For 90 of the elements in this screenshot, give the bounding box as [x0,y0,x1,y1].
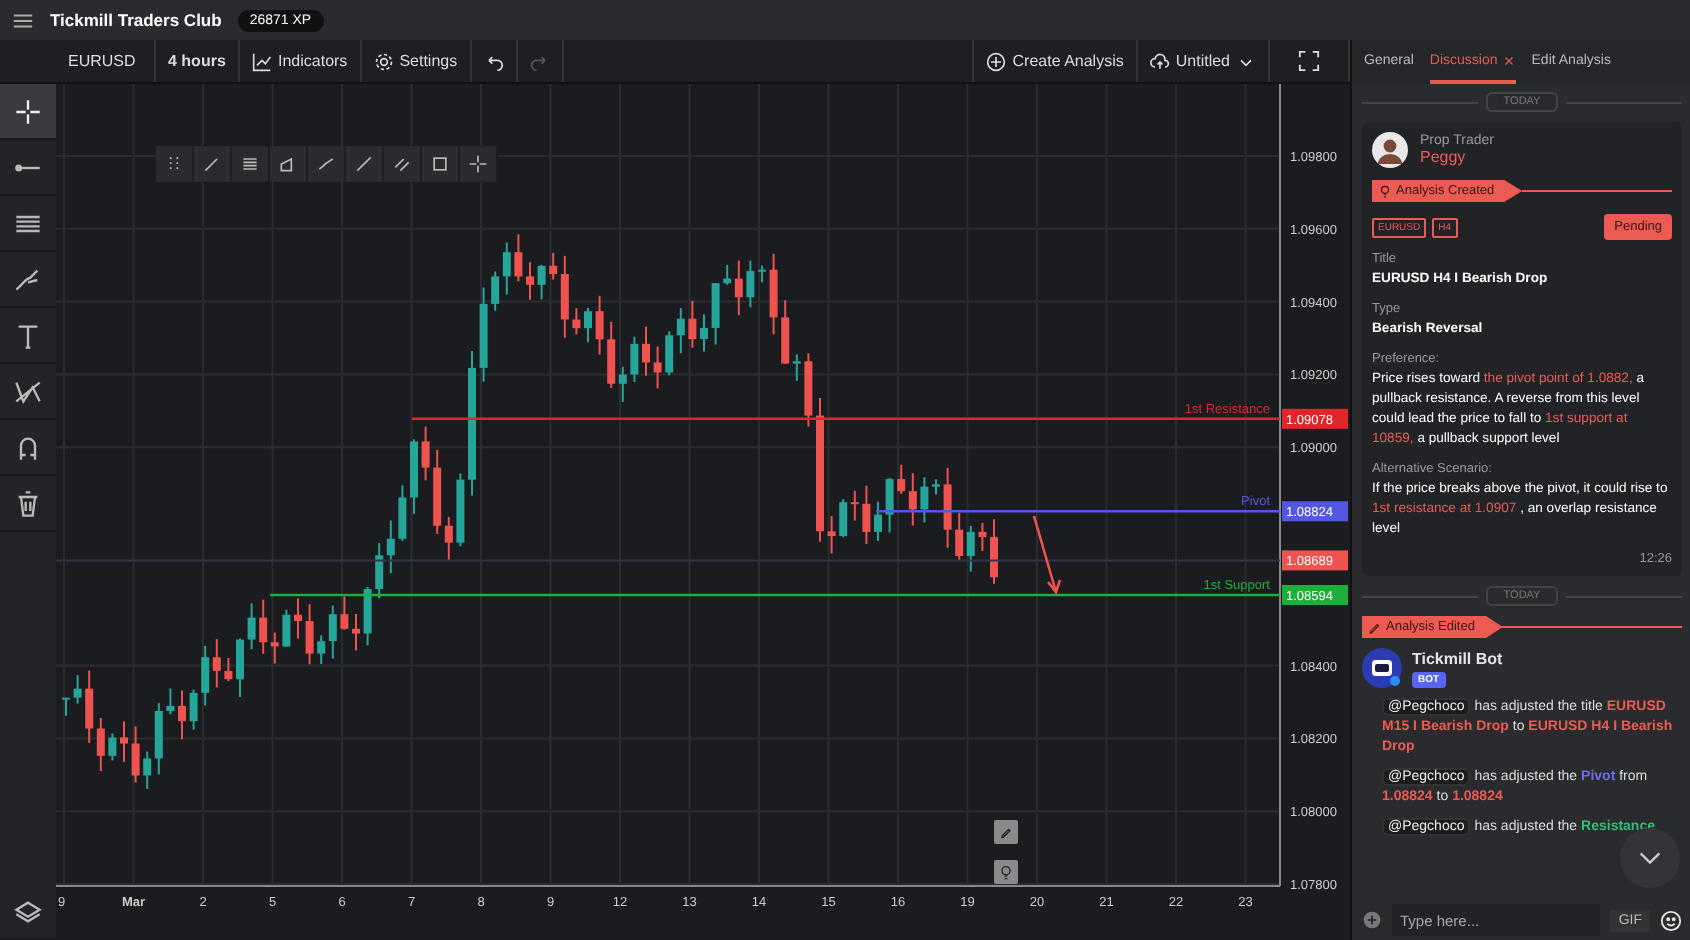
candle [700,313,708,353]
candle [340,595,349,631]
drag-handle-icon [164,154,184,174]
trash-icon [14,489,42,517]
candle [398,484,407,542]
candle [247,602,256,651]
candle [526,261,534,301]
chart-icon [252,51,272,71]
candle [294,597,302,640]
settings-icon [373,51,394,71]
candle [688,299,697,349]
emoji-icon [1660,909,1682,931]
candle [990,518,998,585]
lines-icon [240,154,260,174]
candle [630,335,639,383]
candle [746,259,755,309]
brush-icon [14,265,42,293]
plus-icon [1362,910,1382,930]
candle [178,689,186,741]
undo-icon [483,51,504,71]
magnet-icon [14,433,42,461]
candle [62,696,70,717]
idea-button[interactable] [994,860,1018,884]
plus-circle-icon [986,51,1007,71]
candle [108,732,117,762]
candle [642,325,650,377]
pattern-icon [14,377,42,405]
candle [653,345,662,390]
scroll-down-button[interactable] [1620,828,1680,888]
app-title: Tickmill Traders Club [50,10,222,30]
candle [920,476,929,524]
candle [943,466,952,549]
candle [804,352,813,428]
candle [711,282,720,346]
candle [595,294,604,356]
lightbulb-icon [998,864,1014,880]
symbol-selector[interactable]: EURUSD [56,40,156,82]
edit-button[interactable] [994,820,1018,844]
layout-dropdown[interactable]: Untitled [1137,40,1270,82]
candle [421,425,430,482]
candle [479,286,488,383]
candle [456,472,465,548]
candle [769,252,778,336]
candle [932,478,940,496]
square-icon [430,154,450,174]
candle [584,307,592,344]
candle [862,484,871,545]
redo-icon [529,51,550,71]
candle [410,438,418,515]
text-icon [14,321,42,349]
candle [236,637,244,698]
candle [131,725,140,784]
candle [758,264,766,284]
indicators-button[interactable]: Indicators [240,40,362,82]
cloud-upload-icon [1149,51,1170,71]
candle [537,263,546,301]
menu-icon [12,9,34,31]
close-icon [1501,53,1516,67]
candle [352,612,360,652]
candle [189,688,198,731]
candle [120,720,128,763]
parallel-lines-icon [392,154,412,174]
candle [827,514,836,555]
candle [282,608,291,648]
avatar-icon [1372,132,1408,168]
trend-arrow [1032,515,1062,595]
create-analysis-button[interactable]: Create Analysis [974,40,1138,82]
candle [874,500,882,542]
author-name: Peggy [1420,148,1468,166]
brush-icon [316,154,336,174]
candle [363,586,372,647]
settings-button[interactable]: Settings [361,40,472,82]
candle [305,603,314,666]
robot-avatar-icon [1362,648,1402,688]
crosshair-icon [14,97,42,125]
candle [166,687,175,716]
candle [885,476,894,534]
candle [978,521,987,553]
crosshair-icon [468,154,488,174]
candle [73,674,82,705]
fullscreen-icon [1298,50,1320,72]
lightbulb-icon [1378,184,1392,198]
line-icon [354,154,374,174]
layers-icon [14,897,42,925]
candle [514,233,523,283]
drawing-tool[interactable] [0,84,56,140]
interval-dropdown[interactable]: 4 hours [156,40,240,82]
candle [572,307,581,336]
candle [224,657,233,683]
bot-name: Tickmill Bot [1412,649,1503,667]
